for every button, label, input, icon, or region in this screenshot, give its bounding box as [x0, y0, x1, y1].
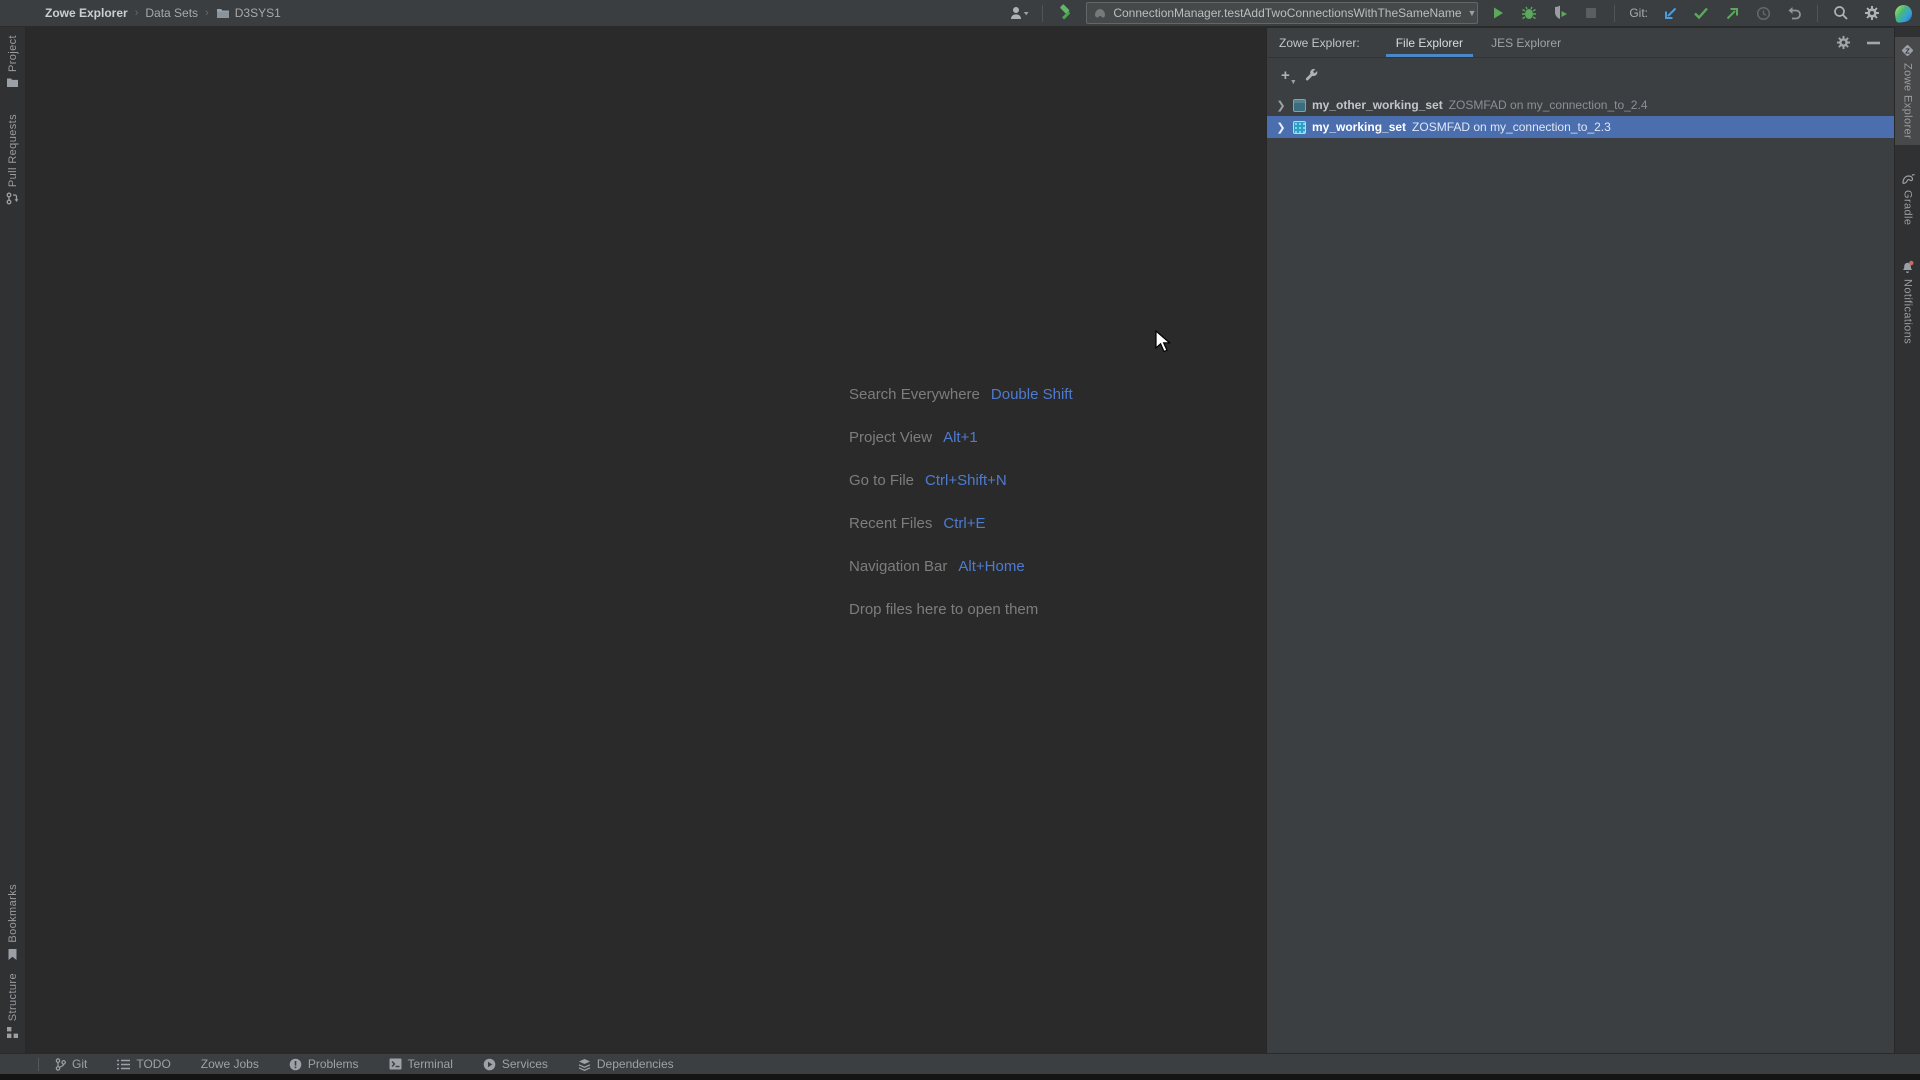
main-toolbar: Zowe Explorer › Data Sets › D3SYS1 Conne…	[0, 0, 1920, 27]
sidebar-item-zowe-explorer[interactable]: Z Zowe Explorer	[1894, 37, 1920, 146]
git-update-button[interactable]	[1659, 2, 1681, 24]
breadcrumb-item-d3sys1[interactable]: D3SYS1	[216, 6, 281, 20]
hint-recent-files: Recent Files Ctrl+E	[849, 515, 986, 532]
hint-search-everywhere: Search Everywhere Double Shift	[849, 386, 1073, 403]
gradle-label: Gradle	[1901, 190, 1914, 226]
user-account-button[interactable]	[1008, 2, 1030, 24]
folder-icon	[216, 7, 230, 19]
right-tool-stripe: Z Zowe Explorer Gradle Notifications	[1894, 27, 1920, 1053]
stop-button	[1580, 2, 1602, 24]
run-configuration-name: ConnectionManager.testAddTwoConnectionsW…	[1113, 6, 1462, 20]
tab-jes-explorer[interactable]: JES Explorer	[1481, 28, 1571, 57]
working-set-icon	[1293, 98, 1306, 112]
run-button[interactable]	[1487, 2, 1509, 24]
history-button	[1752, 2, 1774, 24]
breadcrumb-separator: ›	[134, 7, 139, 19]
breadcrumb-root[interactable]: Zowe Explorer	[45, 6, 128, 20]
statusbar-item-services[interactable]: Services	[483, 1057, 548, 1071]
sidebar-item-pull-requests[interactable]: Pull Requests	[0, 108, 26, 211]
rollback-button[interactable]	[1783, 2, 1805, 24]
chevron-right-icon[interactable]: ❯	[1275, 121, 1287, 134]
zowe-z-icon: Z	[1900, 43, 1915, 58]
statusbar-item-dependencies[interactable]: Dependencies	[578, 1057, 674, 1071]
run-configuration-select[interactable]: ConnectionManager.testAddTwoConnectionsW…	[1086, 2, 1479, 24]
problems-icon	[289, 1058, 302, 1071]
window-bottom-edge	[0, 1074, 1920, 1080]
statusbar-separator	[38, 1057, 39, 1071]
statusbar-item-git[interactable]: Git	[55, 1057, 87, 1071]
terminal-icon	[389, 1058, 402, 1070]
search-everywhere-icon[interactable]	[1830, 2, 1852, 24]
wrench-settings-button[interactable]	[1304, 68, 1319, 83]
bookmarks-label: Bookmarks	[6, 884, 19, 943]
zowe-explorer-label: Zowe Explorer	[1901, 63, 1914, 140]
project-folder-icon	[6, 77, 19, 88]
sidebar-item-notifications[interactable]: Notifications	[1895, 254, 1920, 350]
left-tool-stripe: Project Pull Requests Bookmarks Structur…	[0, 27, 26, 1053]
add-working-set-button[interactable]: + ▼	[1281, 67, 1297, 86]
status-bar: Git TODO Zowe Jobs Problems Terminal Ser…	[0, 1053, 1920, 1074]
working-set-tree: ❯ my_other_working_set ZOSMFAD on my_con…	[1267, 94, 1894, 138]
hint-drop-files: Drop files here to open them	[849, 601, 1039, 618]
git-branch-icon	[55, 1057, 66, 1071]
bell-icon	[1901, 260, 1914, 274]
hint-project-view: Project View Alt+1	[849, 429, 978, 446]
keyboard-shortcut-hints: Search Everywhere Double Shift Project V…	[849, 373, 1073, 631]
tool-window-gear-icon[interactable]	[1836, 35, 1851, 50]
statusbar-item-problems[interactable]: Problems	[289, 1057, 359, 1071]
hint-navigation-bar: Navigation Bar Alt+Home	[849, 558, 1025, 575]
zowe-explorer-tool-window: Zowe Explorer: File Explorer JES Explore…	[1266, 28, 1894, 1053]
chevron-right-icon[interactable]: ❯	[1275, 99, 1287, 112]
breadcrumb-item-datasets[interactable]: Data Sets	[145, 6, 198, 20]
hide-tool-window-icon[interactable]	[1867, 41, 1880, 45]
toolbar-separator	[1042, 4, 1044, 22]
build-hammer-icon[interactable]	[1055, 2, 1077, 24]
chevron-down-icon: ▼	[1289, 78, 1297, 86]
svg-text:Z: Z	[1905, 46, 1910, 55]
pull-request-icon	[6, 192, 19, 205]
settings-gear-icon[interactable]	[1861, 2, 1883, 24]
tool-window-toolbar: + ▼	[1267, 58, 1894, 92]
tree-row-my-working-set[interactable]: ❯ my_working_set ZOSMFAD on my_connectio…	[1267, 116, 1894, 138]
sidebar-item-project[interactable]: Project	[0, 29, 26, 94]
services-icon	[483, 1058, 496, 1071]
editor-empty-area: Search Everywhere Double Shift Project V…	[27, 28, 1266, 1053]
project-label: Project	[6, 35, 19, 73]
sidebar-item-gradle[interactable]: Gradle	[1895, 167, 1920, 231]
gradle-icon	[1900, 173, 1915, 185]
tool-window-header: Zowe Explorer: File Explorer JES Explore…	[1267, 28, 1894, 58]
git-push-button[interactable]	[1721, 2, 1743, 24]
dependencies-icon	[578, 1058, 591, 1071]
tree-row-my-other-working-set[interactable]: ❯ my_other_working_set ZOSMFAD on my_con…	[1267, 94, 1894, 116]
pull-requests-label: Pull Requests	[6, 114, 19, 188]
working-set-icon	[1293, 120, 1306, 134]
breadcrumb: Zowe Explorer › Data Sets › D3SYS1	[0, 6, 281, 20]
structure-icon	[6, 1026, 19, 1039]
git-toolbar-label: Git:	[1629, 6, 1648, 20]
toolbar-separator	[1817, 4, 1818, 22]
structure-label: Structure	[6, 972, 19, 1021]
hint-go-to-file: Go to File Ctrl+Shift+N	[849, 472, 1007, 489]
breadcrumb-separator: ›	[205, 7, 209, 19]
statusbar-item-zowe-jobs[interactable]: Zowe Jobs	[201, 1057, 259, 1071]
todo-list-icon	[117, 1059, 131, 1070]
zowe-logo-icon[interactable]	[1892, 2, 1914, 24]
tab-file-explorer[interactable]: File Explorer	[1385, 28, 1474, 57]
statusbar-item-todo[interactable]: TODO	[117, 1057, 171, 1071]
tool-window-tabs: File Explorer JES Explorer	[1385, 28, 1571, 57]
git-commit-button[interactable]	[1690, 2, 1712, 24]
sidebar-item-structure[interactable]: Structure	[0, 967, 26, 1045]
chevron-down-icon: ▼	[1467, 8, 1477, 18]
ide-window: Zowe Explorer › Data Sets › D3SYS1 Conne…	[0, 0, 1920, 1080]
run-with-coverage-button[interactable]	[1549, 2, 1571, 24]
statusbar-item-terminal[interactable]: Terminal	[389, 1057, 453, 1071]
run-config-icon	[1093, 7, 1107, 19]
notifications-label: Notifications	[1901, 278, 1914, 344]
debug-button[interactable]	[1518, 2, 1540, 24]
bookmark-icon	[7, 948, 18, 961]
sidebar-item-bookmarks[interactable]: Bookmarks	[0, 878, 26, 967]
toolbar-separator	[1614, 4, 1616, 22]
tool-window-title: Zowe Explorer:	[1279, 35, 1360, 50]
